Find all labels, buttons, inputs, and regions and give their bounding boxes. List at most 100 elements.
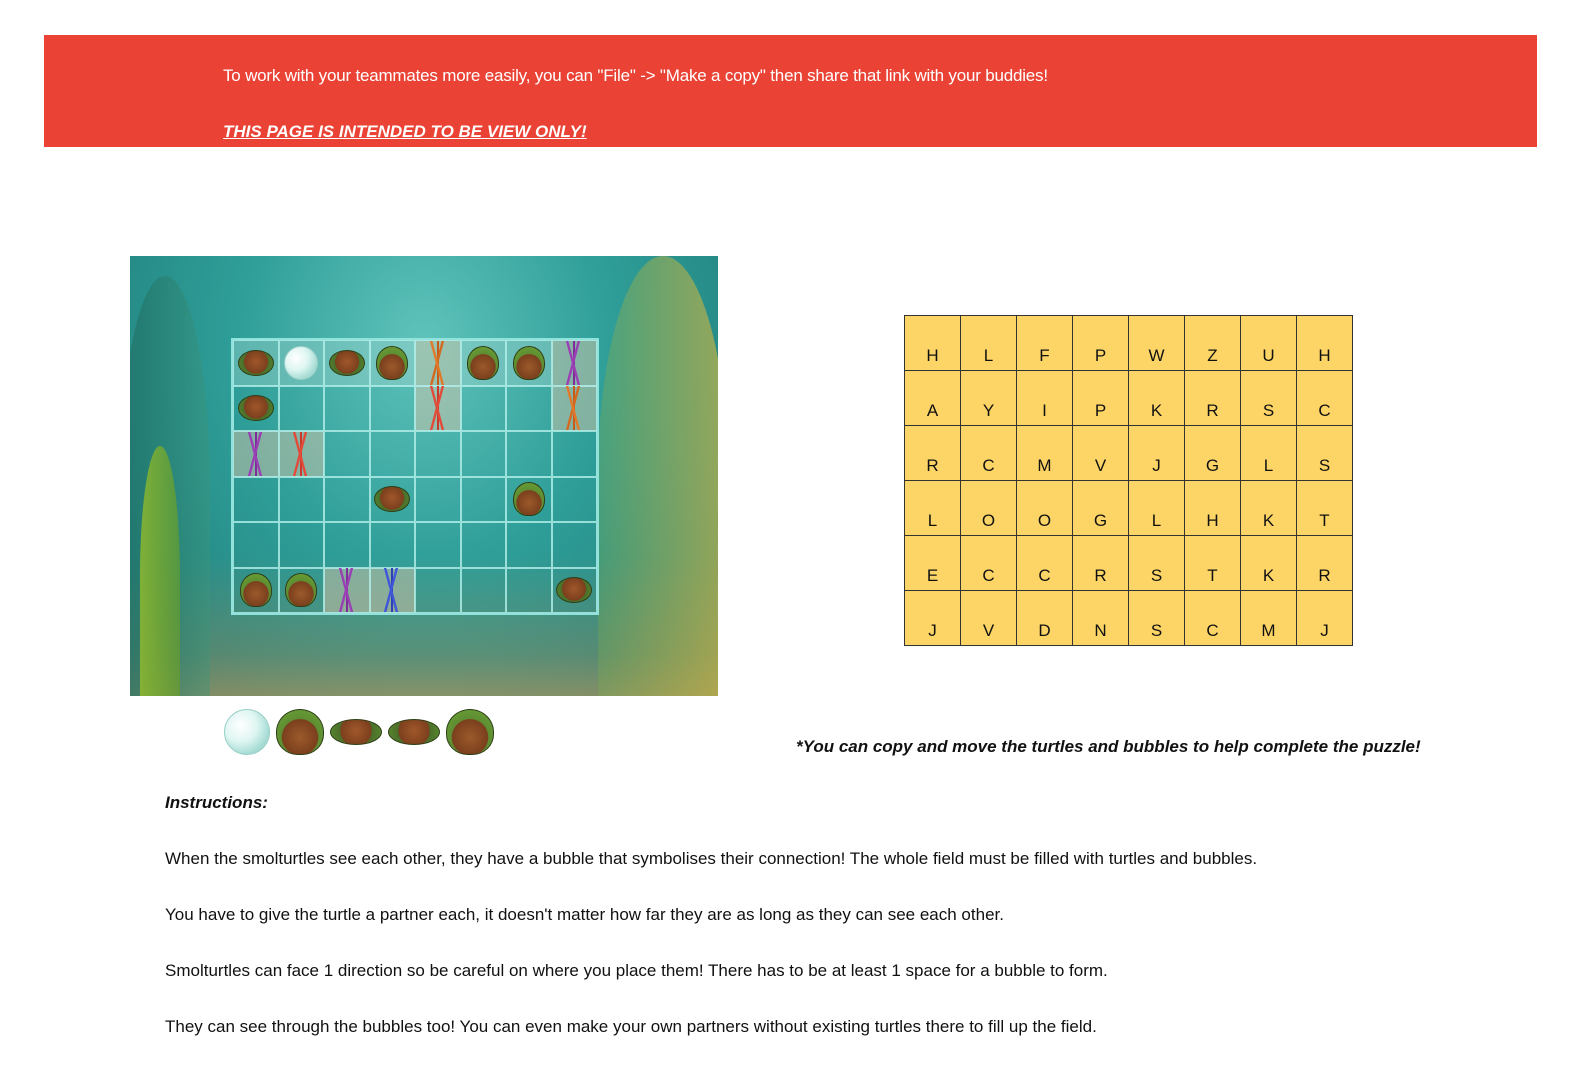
letter-cell[interactable]: R	[1296, 535, 1353, 591]
letter-cell[interactable]: I	[1016, 370, 1073, 426]
letter-cell[interactable]: P	[1072, 370, 1129, 426]
grid-cell	[460, 567, 506, 613]
letter-cell[interactable]: C	[1184, 590, 1241, 646]
letter-cell[interactable]: L	[1240, 425, 1297, 481]
turtle-front-icon[interactable]	[285, 573, 318, 608]
grid-cell	[233, 476, 279, 522]
grid-cell	[506, 567, 552, 613]
palette-turtle-front-large-icon[interactable]	[276, 709, 324, 755]
bubble-icon[interactable]	[284, 345, 319, 380]
letter-cell[interactable]: J	[1296, 590, 1353, 646]
turtle-front-icon[interactable]	[512, 482, 545, 517]
grid-cell	[415, 431, 461, 477]
coral-blue-icon[interactable]	[373, 568, 412, 613]
letter-cell[interactable]: Y	[960, 370, 1017, 426]
letter-cell[interactable]: O	[1016, 480, 1073, 536]
instruction-line: When the smolturtles see each other, the…	[165, 849, 1258, 868]
grid-cell	[415, 522, 461, 568]
grid-cell	[324, 476, 370, 522]
letter-cell[interactable]: S	[1128, 535, 1185, 591]
letter-cell[interactable]: R	[904, 425, 961, 481]
grid-cell	[506, 476, 552, 522]
letter-cell[interactable]: M	[1016, 425, 1073, 481]
letter-cell[interactable]: T	[1184, 535, 1241, 591]
letter-cell[interactable]: Z	[1184, 315, 1241, 371]
palette-turtle-side-icon[interactable]	[388, 719, 440, 745]
grid-cell	[233, 385, 279, 431]
letter-cell[interactable]: C	[1296, 370, 1353, 426]
letter-cell[interactable]: H	[1296, 315, 1353, 371]
letter-cell[interactable]: L	[904, 480, 961, 536]
grid-cell	[460, 340, 506, 386]
letter-cell[interactable]: J	[904, 590, 961, 646]
turtle-side-icon[interactable]	[556, 577, 593, 604]
grid-cell	[324, 340, 370, 386]
letter-cell[interactable]: H	[904, 315, 961, 371]
letter-cell[interactable]: S	[1128, 590, 1185, 646]
instruction-line: Smolturtles can face 1 direction so be c…	[165, 961, 1108, 980]
letter-cell[interactable]: V	[1072, 425, 1129, 481]
grid-cell	[460, 431, 506, 477]
coral-orange-icon[interactable]	[418, 340, 457, 385]
letter-cell[interactable]: A	[904, 370, 961, 426]
letter-cell[interactable]: K	[1240, 480, 1297, 536]
letter-row: LOOGLHKT	[904, 480, 1353, 536]
letter-cell[interactable]: V	[960, 590, 1017, 646]
letter-cell[interactable]: F	[1016, 315, 1073, 371]
turtle-side-icon[interactable]	[237, 349, 274, 376]
turtle-front-icon[interactable]	[467, 345, 500, 380]
letter-cell[interactable]: J	[1128, 425, 1185, 481]
letter-cell[interactable]: C	[1016, 535, 1073, 591]
letter-cell[interactable]: S	[1296, 425, 1353, 481]
letter-cell[interactable]: C	[960, 535, 1017, 591]
letter-cell[interactable]: U	[1240, 315, 1297, 371]
letter-cell[interactable]: H	[1184, 480, 1241, 536]
letter-cell[interactable]: L	[1128, 480, 1185, 536]
puzzle-grid	[231, 338, 599, 615]
letter-cell[interactable]: T	[1296, 480, 1353, 536]
letter-cell[interactable]: K	[1240, 535, 1297, 591]
palette-turtle-front-icon[interactable]	[446, 709, 494, 755]
grid-cell	[278, 476, 324, 522]
grid-cell	[460, 476, 506, 522]
letter-cell[interactable]: K	[1128, 370, 1185, 426]
letter-cell[interactable]: R	[1184, 370, 1241, 426]
grid-cell	[369, 431, 415, 477]
coral-red-icon[interactable]	[418, 386, 457, 431]
grid-cell	[415, 476, 461, 522]
grid-cell	[415, 385, 461, 431]
turtle-front-icon[interactable]	[239, 573, 272, 608]
coral-purple-icon[interactable]	[555, 340, 594, 385]
letter-cell[interactable]: E	[904, 535, 961, 591]
grid-cell	[551, 431, 597, 477]
letter-cell[interactable]: M	[1240, 590, 1297, 646]
letter-cell[interactable]: W	[1128, 315, 1185, 371]
grid-cell	[324, 431, 370, 477]
banner-warning: THIS PAGE IS INTENDED TO BE VIEW ONLY!	[223, 122, 587, 141]
letter-cell[interactable]: D	[1016, 590, 1073, 646]
letter-cell[interactable]: O	[960, 480, 1017, 536]
turtle-side-icon[interactable]	[328, 349, 365, 376]
turtle-front-icon[interactable]	[512, 345, 545, 380]
letter-cell[interactable]: C	[960, 425, 1017, 481]
turtle-side-icon[interactable]	[237, 395, 274, 422]
coral-orange-icon[interactable]	[555, 386, 594, 431]
letter-cell[interactable]: N	[1072, 590, 1129, 646]
letter-cell[interactable]: S	[1240, 370, 1297, 426]
letter-cell[interactable]: G	[1184, 425, 1241, 481]
letter-cell[interactable]: R	[1072, 535, 1129, 591]
grid-cell	[551, 522, 597, 568]
palette-bubble-icon[interactable]	[224, 709, 270, 755]
grid-cell	[278, 431, 324, 477]
grid-cell	[233, 340, 279, 386]
letter-cell[interactable]: P	[1072, 315, 1129, 371]
palette-turtle-side-icon[interactable]	[330, 719, 382, 745]
coral-red-icon[interactable]	[282, 431, 321, 476]
letter-cell[interactable]: G	[1072, 480, 1129, 536]
coral-purple-icon[interactable]	[327, 568, 366, 613]
turtle-side-icon[interactable]	[374, 486, 411, 513]
coral-purple-icon[interactable]	[236, 431, 275, 476]
top-banner: To work with your teammates more easily,…	[44, 35, 1537, 147]
turtle-front-icon[interactable]	[376, 345, 409, 380]
letter-cell[interactable]: L	[960, 315, 1017, 371]
